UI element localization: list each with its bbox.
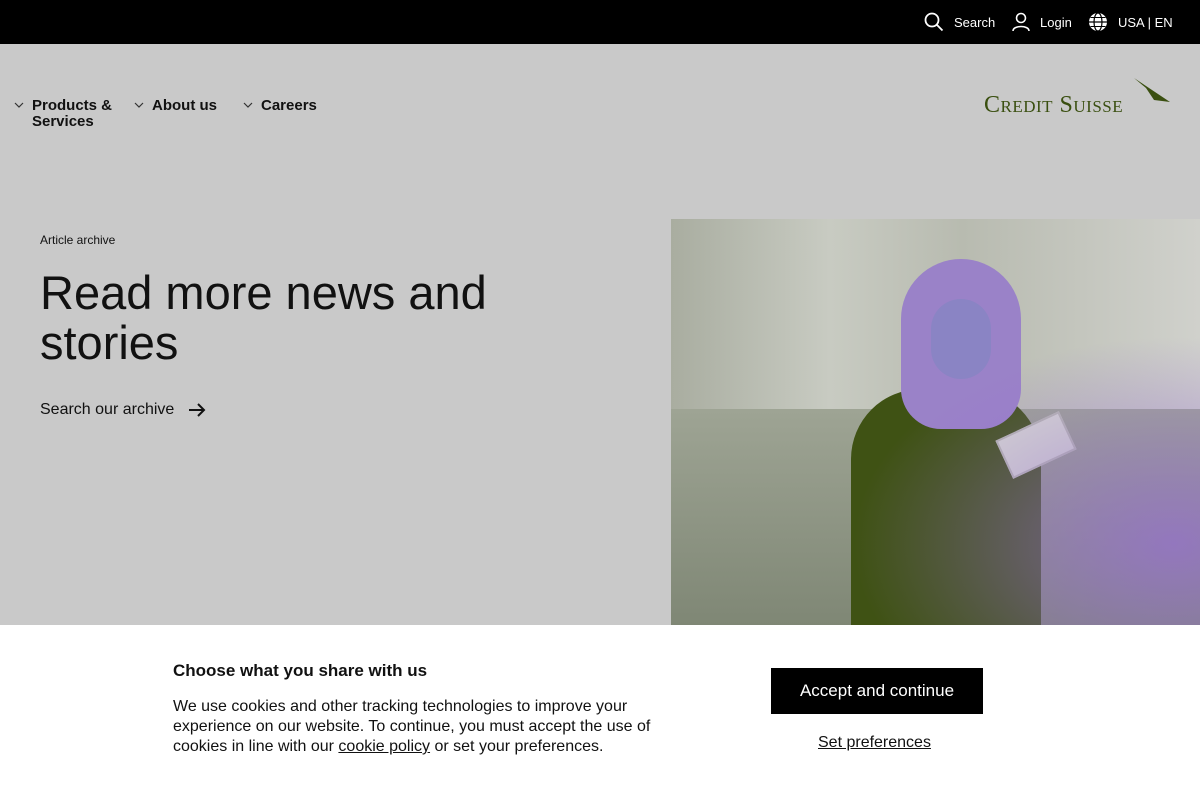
credit-suisse-logo[interactable]: Credit Suisse	[982, 76, 1172, 122]
chevron-down-icon	[14, 102, 24, 108]
arrow-right-icon	[189, 403, 206, 417]
set-preferences-link[interactable]: Set preferences	[818, 734, 931, 752]
search-archive-link[interactable]: Search our archive	[40, 401, 206, 419]
nav-item-products-services[interactable]: Products & Services	[14, 98, 122, 130]
top-utility-bar: Search Login USA | EN	[0, 0, 1200, 44]
login-label: Login	[1040, 14, 1072, 30]
sails-logo-icon	[1134, 78, 1170, 102]
eyebrow-text: Article archive	[40, 233, 116, 247]
globe-icon	[1089, 12, 1107, 32]
search-button[interactable]: Search	[924, 0, 995, 44]
search-label: Search	[954, 14, 996, 30]
cookie-banner-title: Choose what you share with us	[173, 661, 428, 680]
chevron-down-icon	[134, 102, 144, 108]
hero-image	[671, 219, 1200, 625]
accept-and-continue-button[interactable]: Accept and continue	[771, 668, 983, 714]
nav-item-label: About us	[152, 97, 217, 114]
nav-item-about-us[interactable]: About us	[134, 98, 217, 114]
cookie-banner-text: We use cookies and other tracking techno…	[173, 697, 673, 757]
archive-link-label: Search our archive	[40, 401, 175, 418]
login-button[interactable]: Login	[1012, 0, 1072, 44]
nav-item-careers[interactable]: Careers	[243, 98, 317, 114]
page-title: Read more news and stories	[40, 266, 487, 369]
chevron-down-icon	[243, 102, 253, 108]
purple-light-overlay	[671, 219, 1200, 625]
cookie-banner: Choose what you share with us We use coo…	[0, 625, 1200, 803]
logo-wordmark: Credit Suisse	[984, 92, 1124, 118]
language-selector[interactable]: USA | EN	[1088, 0, 1173, 44]
search-icon	[924, 12, 944, 32]
cookie-policy-link[interactable]: cookie policy	[338, 738, 430, 755]
user-icon	[1012, 12, 1030, 32]
nav-item-label: Products & Services	[32, 97, 113, 130]
language-label: USA | EN	[1118, 14, 1173, 30]
nav-item-label: Careers	[261, 97, 317, 114]
cookie-text-after: or set your preferences.	[430, 738, 604, 755]
